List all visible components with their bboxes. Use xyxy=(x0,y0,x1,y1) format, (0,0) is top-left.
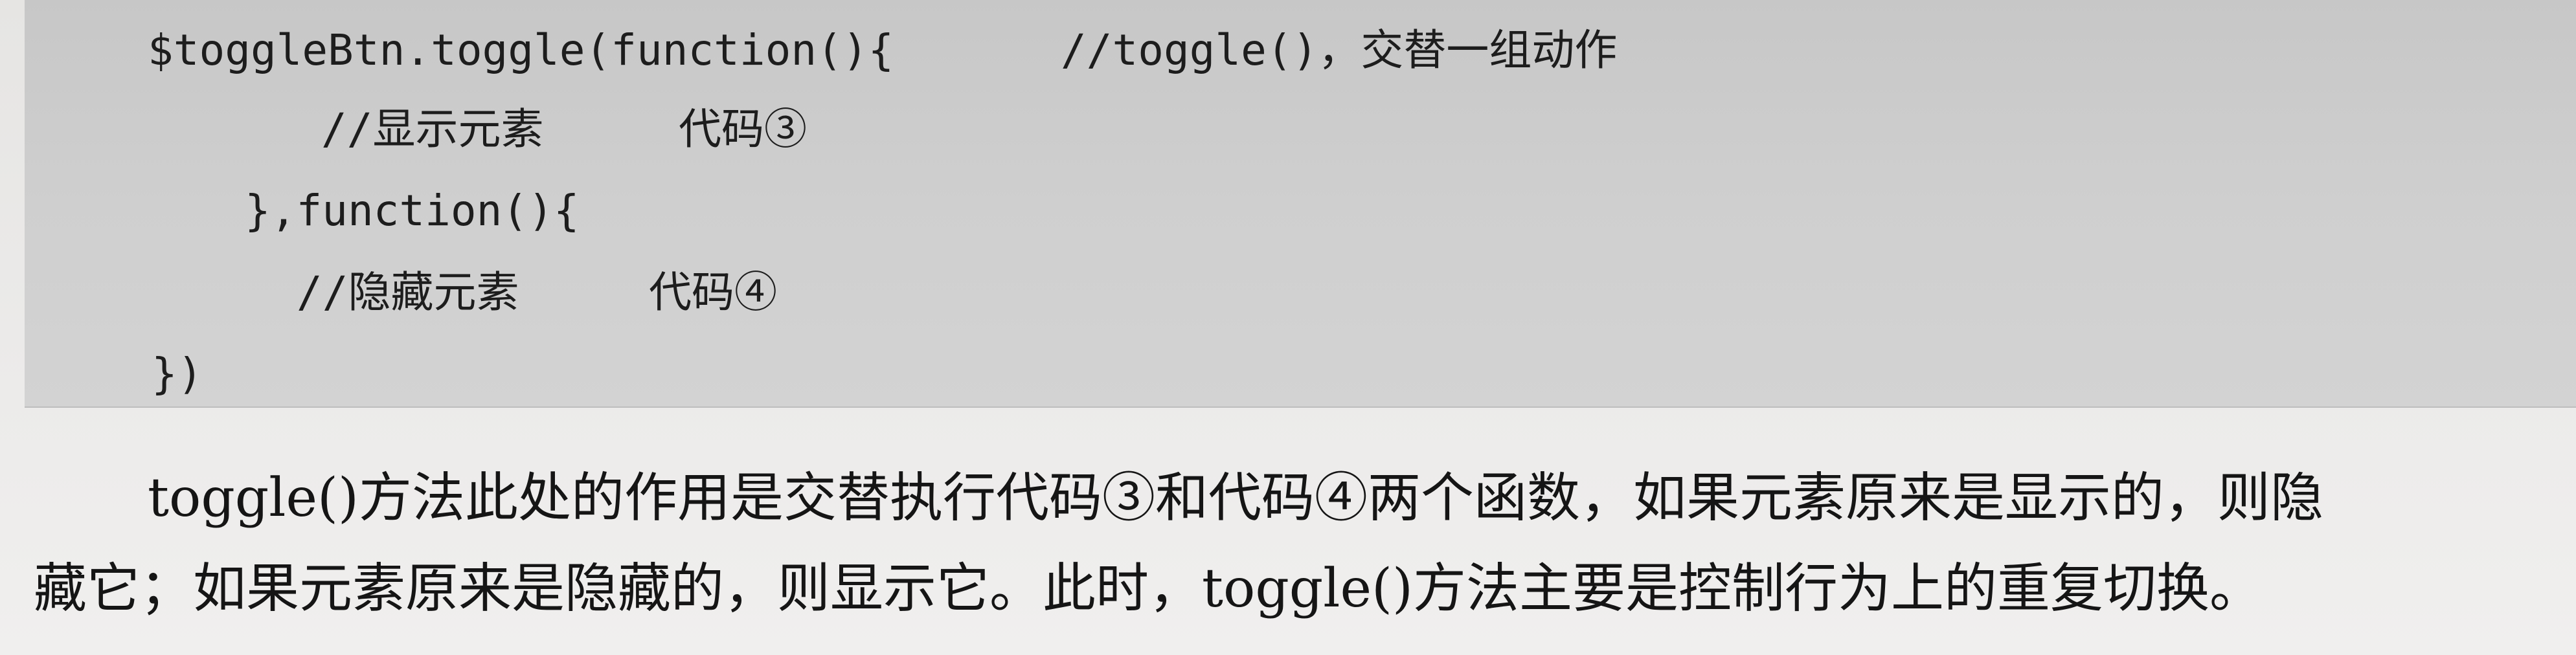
code-marker-3: 代码③ xyxy=(679,104,807,154)
code-marker-4: 代码④ xyxy=(649,267,777,317)
code-line-toggle-call: $toggleBtn.toggle(function(){ xyxy=(148,25,894,75)
book-page: $toggleBtn.toggle(function(){ //toggle()… xyxy=(0,0,2576,655)
code-comment-show: //显示元素 xyxy=(321,104,544,154)
paragraph-line-1: toggle()方法此处的作用是交替执行代码③和代码④两个函数，如果元素原来是显… xyxy=(148,467,2324,529)
code-block: $toggleBtn.toggle(function(){ //toggle()… xyxy=(25,0,2576,408)
code-line-close: }) xyxy=(152,349,203,399)
code-comment-hide: //隐藏元素 xyxy=(297,267,519,317)
code-line-function: },function(){ xyxy=(245,186,580,236)
code-comment-toggle: //toggle()，交替一组动作 xyxy=(1061,25,1618,75)
paragraph-line-2: 藏它；如果元素原来是隐藏的，则显示它。此时，toggle()方法主要是控制行为上… xyxy=(34,558,2263,619)
